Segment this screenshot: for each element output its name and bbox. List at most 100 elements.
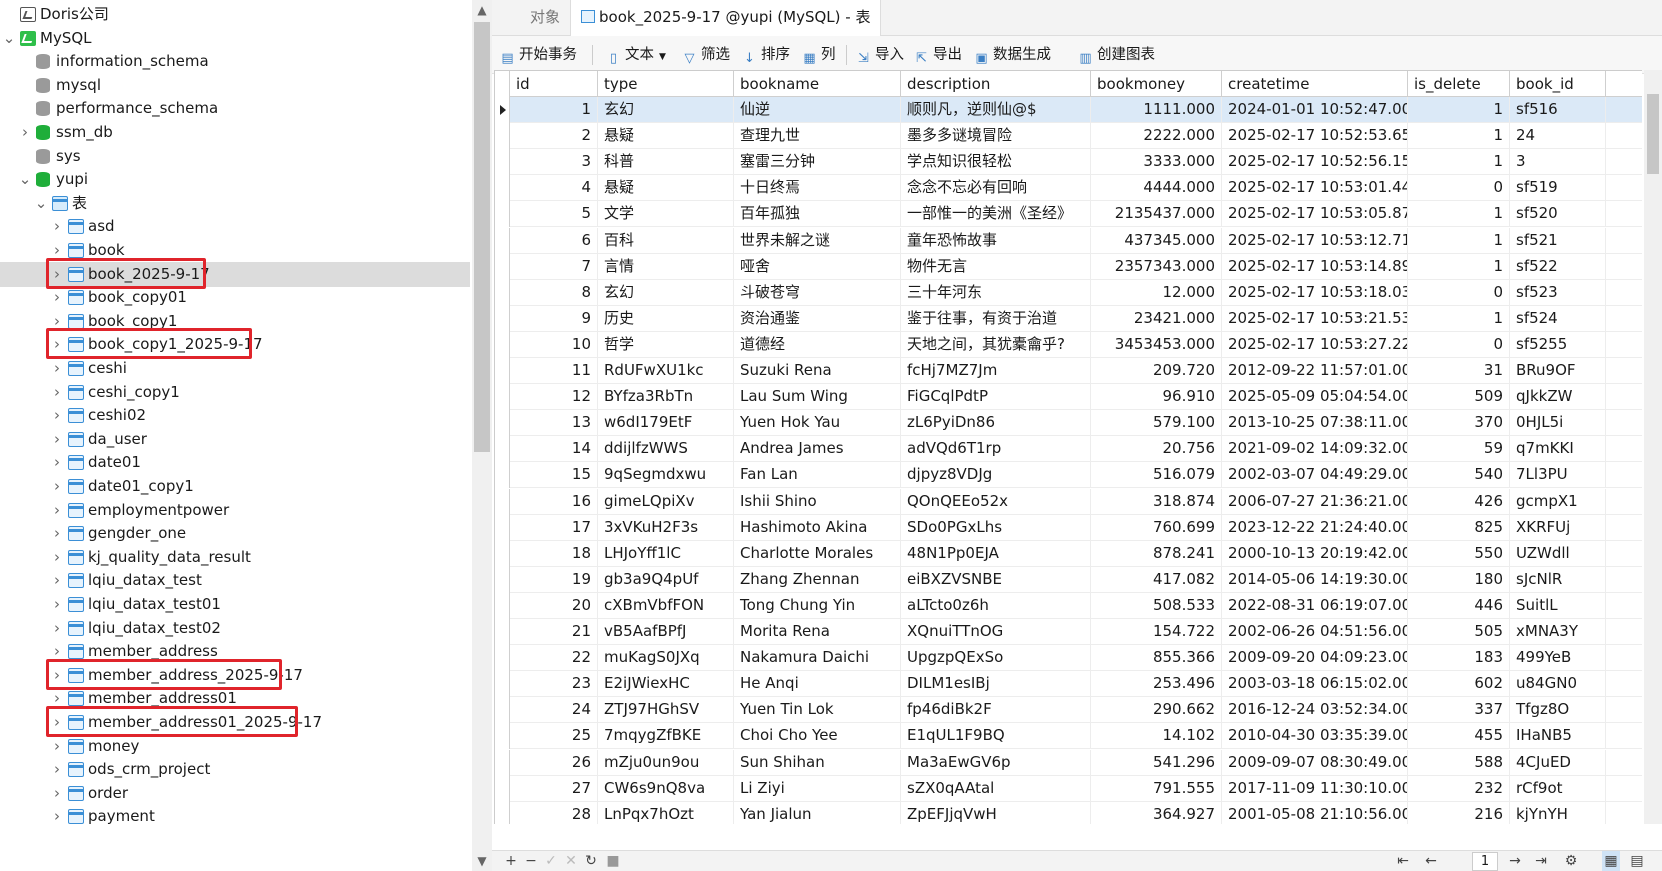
grid-view-icon[interactable]: ▦ bbox=[1602, 851, 1620, 871]
row-marker[interactable] bbox=[495, 331, 510, 358]
cell-id[interactable]: 23 bbox=[510, 671, 598, 698]
cell-type[interactable]: LnPqx7hOzt bbox=[598, 801, 734, 824]
cell-bookname[interactable]: 世界未解之谜 bbox=[734, 227, 901, 254]
cell-description[interactable]: 墨多多谜境冒险 bbox=[901, 123, 1091, 150]
cell-bookname[interactable]: Nakamura Daichi bbox=[734, 645, 901, 672]
chevron-right-icon[interactable]: › bbox=[50, 734, 64, 759]
row-marker[interactable] bbox=[495, 253, 510, 280]
cell-description[interactable]: QOnQEEo52x bbox=[901, 488, 1091, 515]
cell-createtime[interactable]: 2009-09-07 08:30:49.000 bbox=[1222, 749, 1408, 776]
cell-bookmoney[interactable]: 2135437.000 bbox=[1091, 201, 1222, 228]
cell-book_id[interactable]: 499YeB bbox=[1510, 645, 1606, 672]
cell-type[interactable]: CW6s9nQ8va bbox=[598, 775, 734, 802]
cell-type[interactable]: 3xVKuH2F3s bbox=[598, 514, 734, 541]
cell-description[interactable]: E1qUL1F9BQ bbox=[901, 723, 1091, 750]
table-row[interactable]: 20 cXBmVbfFON Tong Chung Yin aLTcto0z6h 508.… bbox=[495, 592, 1642, 619]
begin-transaction-button[interactable]: ▤ 开始事务 bbox=[500, 36, 577, 74]
row-marker[interactable] bbox=[495, 749, 510, 776]
cell-book_id[interactable]: sf520 bbox=[1510, 201, 1606, 228]
cell-is_delete[interactable]: 1 bbox=[1408, 227, 1510, 254]
cell-type[interactable]: 科普 bbox=[598, 149, 734, 176]
tree-node[interactable]: › gengder_one bbox=[0, 521, 470, 546]
cell-bookmoney[interactable]: 2357343.000 bbox=[1091, 253, 1222, 280]
cell-type[interactable]: vB5AafBPfJ bbox=[598, 619, 734, 645]
cell-type[interactable]: cXBmVbfFON bbox=[598, 592, 734, 619]
cell-is_delete[interactable]: 1 bbox=[1408, 253, 1510, 280]
cell-id[interactable]: 9 bbox=[510, 305, 598, 332]
cell-type[interactable]: gb3a9Q4pUf bbox=[598, 566, 734, 593]
cell-id[interactable]: 5 bbox=[510, 201, 598, 228]
chevron-right-icon[interactable]: › bbox=[50, 403, 64, 428]
cell-bookname[interactable]: 哑舍 bbox=[734, 253, 901, 280]
cell-createtime[interactable]: 2002-06-26 04:51:56.000 bbox=[1222, 619, 1408, 645]
tree-node[interactable]: › ceshi bbox=[0, 356, 470, 381]
cell-bookname[interactable]: Fan Lan bbox=[734, 462, 901, 489]
tree-node[interactable]: › money bbox=[0, 734, 470, 759]
cell-bookname[interactable]: Ishii Shino bbox=[734, 488, 901, 515]
cell-createtime[interactable]: 2003-03-18 06:15:02.000 bbox=[1222, 671, 1408, 698]
chevron-down-icon[interactable]: ⌄ bbox=[18, 167, 32, 192]
cell-id[interactable]: 6 bbox=[510, 227, 598, 254]
tree-node[interactable]: › ssm_db bbox=[0, 120, 470, 145]
cell-description[interactable]: ZpEFJjqVwH bbox=[901, 801, 1091, 824]
cell-bookname[interactable]: Morita Rena bbox=[734, 619, 901, 645]
last-page-icon[interactable]: ⇥ bbox=[1532, 851, 1550, 871]
cell-bookname[interactable]: Lau Sum Wing bbox=[734, 384, 901, 411]
form-view-icon[interactable]: ▤ bbox=[1628, 851, 1646, 871]
cell-id[interactable]: 26 bbox=[510, 749, 598, 776]
cell-description[interactable]: aLTcto0z6h bbox=[901, 592, 1091, 619]
column-header-bookmoney[interactable]: bookmoney bbox=[1091, 71, 1222, 97]
row-marker[interactable] bbox=[495, 97, 510, 123]
column-header-book_id[interactable]: book_id bbox=[1510, 71, 1606, 97]
tree-node[interactable]: sys bbox=[0, 144, 470, 169]
cell-createtime[interactable]: 2025-02-17 10:52:53.652 bbox=[1222, 123, 1408, 150]
tree-node[interactable]: › asd bbox=[0, 214, 470, 239]
cell-is_delete[interactable]: 446 bbox=[1408, 592, 1510, 619]
cell-type[interactable]: 7mqygZfBKE bbox=[598, 723, 734, 750]
cell-description[interactable]: 念念不忘必有回响 bbox=[901, 175, 1091, 202]
cell-type[interactable]: mZju0un9ou bbox=[598, 749, 734, 776]
chevron-right-icon[interactable]: › bbox=[50, 781, 64, 806]
cell-book_id[interactable]: sf524 bbox=[1510, 305, 1606, 332]
create-chart-button[interactable]: ▥ 创建图表 bbox=[1078, 36, 1155, 74]
chevron-right-icon[interactable]: › bbox=[50, 592, 64, 617]
table-row[interactable]: 2 悬疑 查理九世 墨多多谜境冒险 2222.000 2025-02-17 10:52:5… bbox=[495, 123, 1642, 150]
cell-bookmoney[interactable]: 209.720 bbox=[1091, 358, 1222, 384]
cell-id[interactable]: 12 bbox=[510, 384, 598, 411]
cell-is_delete[interactable]: 370 bbox=[1408, 410, 1510, 437]
chevron-right-icon[interactable]: › bbox=[50, 214, 64, 239]
stop-icon[interactable]: ■ bbox=[604, 851, 622, 871]
cell-bookmoney[interactable]: 855.366 bbox=[1091, 645, 1222, 672]
column-header-bookname[interactable]: bookname bbox=[734, 71, 901, 97]
table-row[interactable]: 26 mZju0un9ou Sun Shihan Ma3aEwGV6p 541.296 2… bbox=[495, 749, 1642, 776]
cell-bookname[interactable]: 塞雷三分钟 bbox=[734, 149, 901, 176]
cell-is_delete[interactable]: 216 bbox=[1408, 801, 1510, 824]
cell-book_id[interactable]: qJkkZW bbox=[1510, 384, 1606, 411]
chevron-right-icon[interactable]: › bbox=[50, 427, 64, 452]
cell-id[interactable]: 16 bbox=[510, 488, 598, 515]
chevron-right-icon[interactable]: › bbox=[50, 804, 64, 829]
cell-is_delete[interactable]: 455 bbox=[1408, 723, 1510, 750]
table-row[interactable]: 18 LHJoYff1lC Charlotte Morales 48N1Pp0EJA 8… bbox=[495, 540, 1642, 567]
table-row[interactable]: 10 哲学 道德经 天地之间，其犹橐龠乎? 3453453.000 2025-02-17 … bbox=[495, 331, 1642, 358]
cell-bookmoney[interactable]: 12.000 bbox=[1091, 279, 1222, 306]
row-marker[interactable] bbox=[495, 697, 510, 724]
cell-bookmoney[interactable]: 4444.000 bbox=[1091, 175, 1222, 202]
cell-createtime[interactable]: 2016-12-24 03:52:34.000 bbox=[1222, 697, 1408, 724]
cell-bookname[interactable]: Yuen Hok Yau bbox=[734, 410, 901, 437]
cell-createtime[interactable]: 2000-10-13 20:19:42.000 bbox=[1222, 540, 1408, 567]
table-row[interactable]: 13 w6dI179EtF Yuen Hok Yau zL6PyiDn86 579.10… bbox=[495, 410, 1642, 437]
cell-description[interactable]: 童年恐怖故事 bbox=[901, 227, 1091, 254]
cell-book_id[interactable]: rCf9ot bbox=[1510, 775, 1606, 802]
table-row[interactable]: 21 vB5AafBPfJ Morita Rena XQnuiTTnOG 154.722… bbox=[495, 619, 1642, 645]
cell-createtime[interactable]: 2025-02-17 10:52:56.150 bbox=[1222, 149, 1408, 176]
cell-createtime[interactable]: 2025-02-17 10:53:12.711 bbox=[1222, 227, 1408, 254]
add-record-icon[interactable]: + bbox=[502, 851, 520, 871]
table-row[interactable]: 17 3xVKuH2F3s Hashimoto Akina SDo0PGxLhs 760… bbox=[495, 514, 1642, 541]
cell-id[interactable]: 20 bbox=[510, 592, 598, 619]
cell-id[interactable]: 17 bbox=[510, 514, 598, 541]
tree-node[interactable]: › ods_crm_project bbox=[0, 757, 470, 782]
cell-type[interactable]: 悬疑 bbox=[598, 123, 734, 150]
table-row[interactable]: 15 9qSegmdxwu Fan Lan djpyz8VDJg 516.079 2002… bbox=[495, 462, 1642, 489]
table-row[interactable]: 7 言情 哑舍 物件无言 2357343.000 2025-02-17 10:53:14.… bbox=[495, 253, 1642, 280]
